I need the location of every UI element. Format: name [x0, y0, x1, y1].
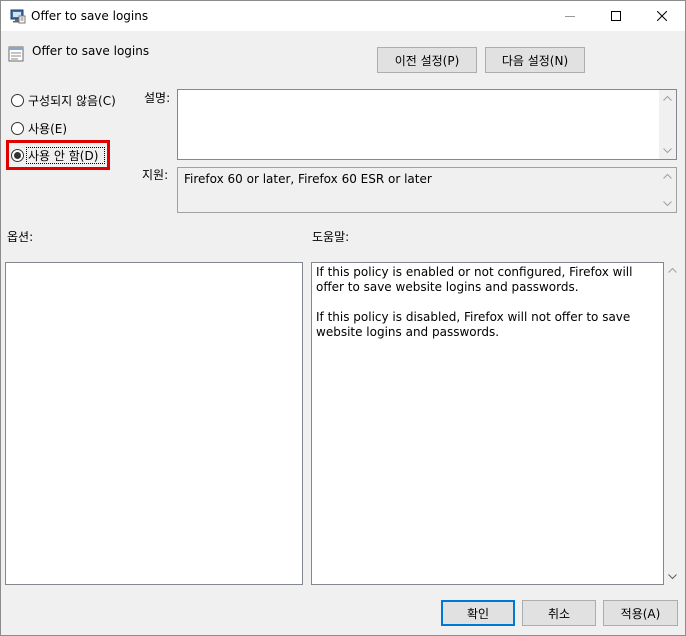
- scroll-up-icon: [668, 267, 677, 273]
- close-button[interactable]: [639, 1, 685, 31]
- scroll-down-icon: [663, 148, 672, 154]
- description-scrollbar[interactable]: [659, 90, 676, 159]
- options-panel: [5, 262, 303, 585]
- radio-label: 구성되지 않음(C): [28, 93, 116, 108]
- maximize-icon: [611, 11, 621, 21]
- close-icon: [657, 11, 667, 21]
- options-label: 옵션:: [7, 230, 34, 244]
- focus-rectangle: [26, 147, 105, 164]
- help-text: If this policy is enabled or not configu…: [316, 265, 656, 355]
- help-paragraph: If this policy is enabled or not configu…: [316, 265, 633, 294]
- ok-button[interactable]: 확인: [441, 600, 515, 626]
- cancel-button[interactable]: 취소: [522, 600, 596, 626]
- supported-on-label: 지원:: [142, 168, 169, 182]
- help-label: 도움말:: [312, 230, 350, 244]
- help-paragraph: If this policy is disabled, Firefox will…: [316, 310, 631, 339]
- policy-editor-icon: [10, 8, 26, 24]
- previous-setting-button[interactable]: 이전 설정(P): [377, 47, 477, 73]
- scroll-down-icon: [663, 201, 672, 207]
- radio-not-configured[interactable]: 구성되지 않음(C): [11, 91, 116, 109]
- apply-button[interactable]: 적용(A): [603, 600, 678, 626]
- scroll-up-icon: [663, 95, 672, 101]
- minimize-icon: [565, 16, 575, 17]
- next-setting-button[interactable]: 다음 설정(N): [485, 47, 585, 73]
- description-label: 설명:: [144, 91, 171, 105]
- scroll-down-icon: [668, 574, 677, 580]
- radio-circle-icon: [11, 93, 24, 107]
- maximize-button[interactable]: [593, 1, 639, 31]
- title-bar[interactable]: Offer to save logins: [1, 1, 685, 31]
- scroll-up-icon: [663, 173, 672, 179]
- window-title: Offer to save logins: [31, 9, 149, 23]
- minimize-button[interactable]: [547, 1, 593, 31]
- setting-icon: [8, 46, 24, 62]
- supported-on-box[interactable]: Firefox 60 or later, Firefox 60 ESR or l…: [177, 167, 677, 213]
- supported-scrollbar[interactable]: [659, 168, 676, 212]
- help-scrollbar[interactable]: [664, 262, 680, 585]
- setting-title: Offer to save logins: [32, 44, 150, 58]
- radio-circle-icon: [11, 121, 24, 135]
- description-textbox[interactable]: [177, 89, 677, 160]
- radio-enabled[interactable]: 사용(E): [11, 119, 67, 137]
- radio-label: 사용(E): [28, 121, 68, 136]
- help-panel[interactable]: If this policy is enabled or not configu…: [311, 262, 664, 585]
- policy-dialog-window: Offer to save logins Offer to save login…: [0, 0, 686, 636]
- supported-on-text: Firefox 60 or later, Firefox 60 ESR or l…: [184, 172, 432, 186]
